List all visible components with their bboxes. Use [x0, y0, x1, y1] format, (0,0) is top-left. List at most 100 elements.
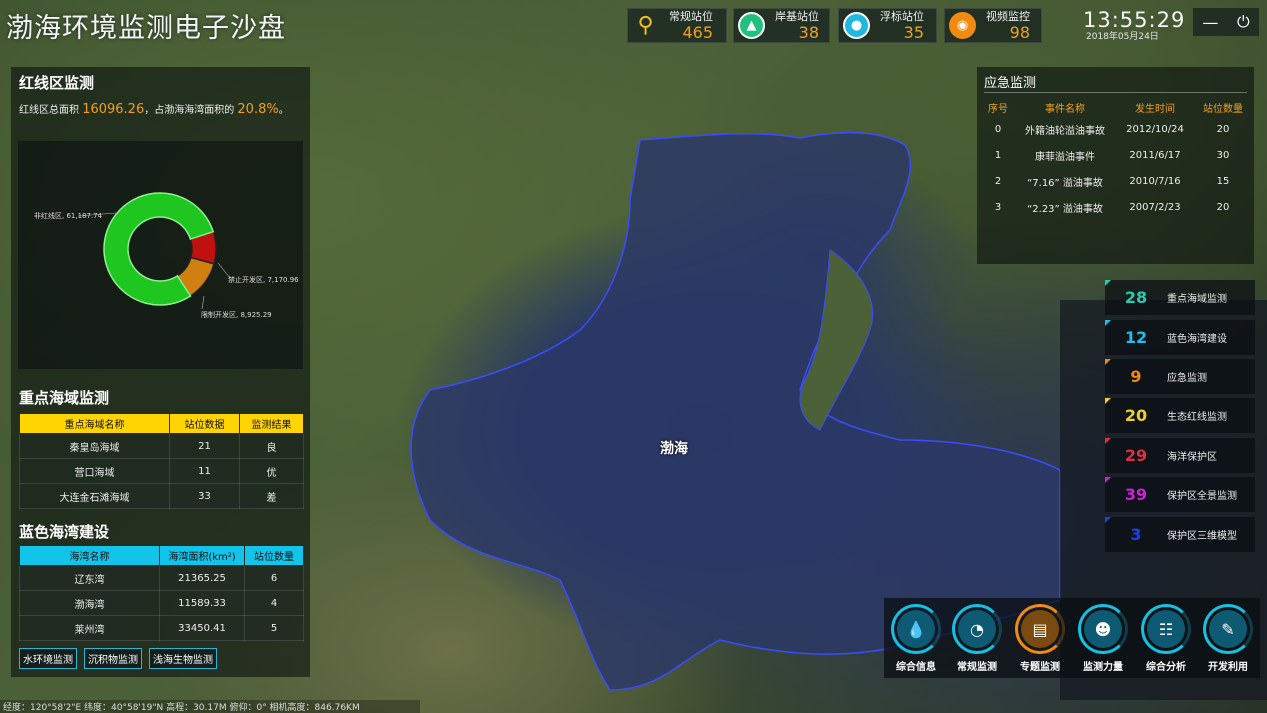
gauge-icon: ◔	[958, 610, 996, 648]
rlist-key-seas[interactable]: 28 重点海域监测	[1105, 280, 1255, 315]
rlist-emergency[interactable]: 9 应急监测	[1105, 359, 1255, 394]
corner-marker	[1105, 477, 1111, 483]
cell: 1	[994, 149, 1002, 161]
cell: 优	[239, 458, 304, 484]
redline-summary: 红线区总面积 16096.26，占渤海海湾面积的 20.8%。	[19, 101, 289, 117]
table-header-row: 重点海域名称 站位数据 监测结果	[19, 413, 304, 434]
summary-prefix: 红线区总面积	[19, 105, 79, 116]
redline-donut-chart: 非红线区, 61,187.74 禁止开发区, 7,170.96 限制开发区, 8…	[18, 141, 303, 369]
rlist-marine-reserve[interactable]: 29 海洋保护区	[1105, 438, 1255, 473]
rlist-label: 保护区全景监测	[1167, 491, 1237, 502]
tool-regular[interactable]: ◔ 常规监测	[947, 604, 1007, 673]
corner-marker	[1105, 398, 1111, 404]
col-header: 海湾面积(km²)	[159, 545, 245, 566]
stat-label: 常规站位	[669, 9, 713, 23]
cell: 秦皇岛海域	[19, 433, 170, 459]
table-row[interactable]: 渤海湾 11589.33 4	[19, 590, 304, 616]
cell: 4	[244, 590, 304, 616]
corner-marker	[1105, 359, 1111, 365]
cell: 0	[994, 123, 1002, 135]
summary-mid: ，占渤海海湾面积的	[144, 105, 235, 116]
tab-water-monitoring[interactable]: 水环境监测	[19, 648, 77, 669]
tab-biology-monitoring[interactable]: 浅海生物监测	[149, 648, 217, 669]
stat-regular-stations[interactable]: ⚲ 常规站位 465	[627, 8, 727, 43]
cell: 20	[1216, 201, 1230, 213]
stat-buoy-stations[interactable]: ● 浮标站位 35	[838, 8, 937, 43]
water-drops-icon: 💧	[897, 610, 935, 648]
table-row[interactable]: 0 外籍油轮溢油事故 2012/10/24 20	[981, 116, 1251, 142]
window-controls: — ⏻	[1193, 8, 1259, 36]
emergency-table: 序号 事件名称 发生时间 站位数量 0 外籍油轮溢油事故 2012/10/24 …	[981, 98, 1251, 220]
corner-marker	[1105, 517, 1111, 523]
tool-analysis[interactable]: ☷ 综合分析	[1136, 604, 1196, 673]
col-header: 监测结果	[239, 413, 304, 434]
report-icon: ▤	[1021, 610, 1059, 648]
rlist-label: 重点海域监测	[1167, 294, 1227, 305]
cell: 莱州湾	[19, 615, 160, 641]
table-row[interactable]: 大连金石滩海域 33 差	[19, 483, 304, 509]
table-row[interactable]: 2 “7.16” 溢油事故 2010/7/16 15	[981, 168, 1251, 194]
rlist-panorama[interactable]: 39 保护区全景监测	[1105, 477, 1255, 512]
cell: 大连金石滩海域	[19, 483, 170, 509]
cell: 3	[994, 201, 1002, 213]
power-icon[interactable]: ⏻	[1237, 12, 1250, 32]
tool-label: 常规监测	[957, 662, 997, 673]
rlist-eco-redline[interactable]: 20 生态红线监测	[1105, 398, 1255, 433]
clock-date: 2018年05月24日	[1086, 32, 1159, 42]
table-header-row: 序号 事件名称 发生时间 站位数量	[981, 98, 1251, 116]
stat-value: 465	[682, 22, 713, 42]
tool-label: 开发利用	[1208, 662, 1248, 673]
table-row[interactable]: 3 “2.23” 溢油事故 2007/2/23 20	[981, 194, 1251, 220]
donut-label-prohibited: 禁止开发区, 7,170.96	[228, 276, 299, 284]
tool-overview[interactable]: 💧 综合信息	[886, 604, 946, 673]
cell: 辽东湾	[19, 565, 160, 591]
sea-label: 渤海	[660, 441, 688, 457]
col-header: 站位数量	[244, 545, 304, 566]
app-title: 渤海环境监测电子沙盘	[6, 13, 286, 44]
tool-development[interactable]: ✎ 开发利用	[1198, 604, 1258, 673]
col-header: 发生时间	[1135, 103, 1175, 115]
tool-label: 综合分析	[1146, 662, 1186, 673]
table-row[interactable]: 营口海域 11 优	[19, 458, 304, 484]
tool-special[interactable]: ▤ 专题监测	[1010, 604, 1070, 673]
stat-shore-stations[interactable]: ▲ 岸基站位 38	[733, 8, 830, 43]
personnel-icon: ☻	[1084, 610, 1122, 648]
tool-force[interactable]: ☻ 监测力量	[1073, 604, 1133, 673]
rlist-num: 28	[1124, 288, 1148, 307]
col-header: 序号	[988, 103, 1008, 115]
stat-value: 38	[798, 22, 819, 42]
table-row[interactable]: 辽东湾 21365.25 6	[19, 565, 304, 591]
minimize-icon[interactable]: —	[1202, 13, 1218, 32]
col-header: 海湾名称	[19, 545, 160, 566]
buoy-icon: ●	[843, 12, 870, 39]
stat-label: 岸基站位	[775, 9, 819, 23]
emergency-panel: 应急监测 序号 事件名称 发生时间 站位数量 0 外籍油轮溢油事故 2012/1…	[977, 67, 1254, 264]
table-row[interactable]: 莱州湾 33450.41 5	[19, 615, 304, 641]
coordinate-readout: 经度：120°58'2"E 纬度：40°58'19"N 高程：30.17M 俯仰…	[0, 700, 420, 713]
cell: 营口海域	[19, 458, 170, 484]
rlist-blue-bays[interactable]: 12 蓝色海湾建设	[1105, 320, 1255, 355]
col-header: 事件名称	[1045, 103, 1085, 115]
rlist-label: 生态红线监测	[1167, 412, 1227, 423]
bays-title: 蓝色海湾建设	[19, 523, 110, 541]
bottom-tabs: 水环境监测 沉积物监测 浅海生物监测	[19, 648, 217, 669]
left-panel: 红线区监测 红线区总面积 16096.26，占渤海海湾面积的 20.8%。 非红…	[11, 67, 310, 677]
cell: 21	[169, 433, 240, 459]
table-row[interactable]: 秦皇岛海域 21 良	[19, 433, 304, 459]
cell: 渤海湾	[19, 590, 160, 616]
cell: 33450.41	[159, 615, 245, 641]
rlist-3d-model[interactable]: 3 保护区三维模型	[1105, 517, 1255, 552]
corner-marker	[1105, 438, 1111, 444]
table-row[interactable]: 1 康菲溢油事件 2011/6/17 30	[981, 142, 1251, 168]
cell: “7.16” 溢油事故	[1027, 177, 1103, 189]
stat-video-monitors[interactable]: ◉ 视频监控 98	[944, 8, 1042, 43]
stat-label: 视频监控	[986, 9, 1030, 23]
camera-icon: ◉	[949, 12, 976, 39]
cell: 21365.25	[159, 565, 245, 591]
tab-sediment-monitoring[interactable]: 沉积物监测	[84, 648, 142, 669]
cell: 2012/10/24	[1126, 123, 1184, 135]
col-header: 站位数量	[1203, 103, 1243, 115]
tool-label: 综合信息	[896, 662, 936, 673]
rlist-num: 29	[1124, 446, 1148, 465]
bottom-toolbar: 💧 综合信息 ◔ 常规监测 ▤ 专题监测 ☻ 监测力量 ☷ 综合分析 ✎ 开发利…	[884, 598, 1260, 678]
